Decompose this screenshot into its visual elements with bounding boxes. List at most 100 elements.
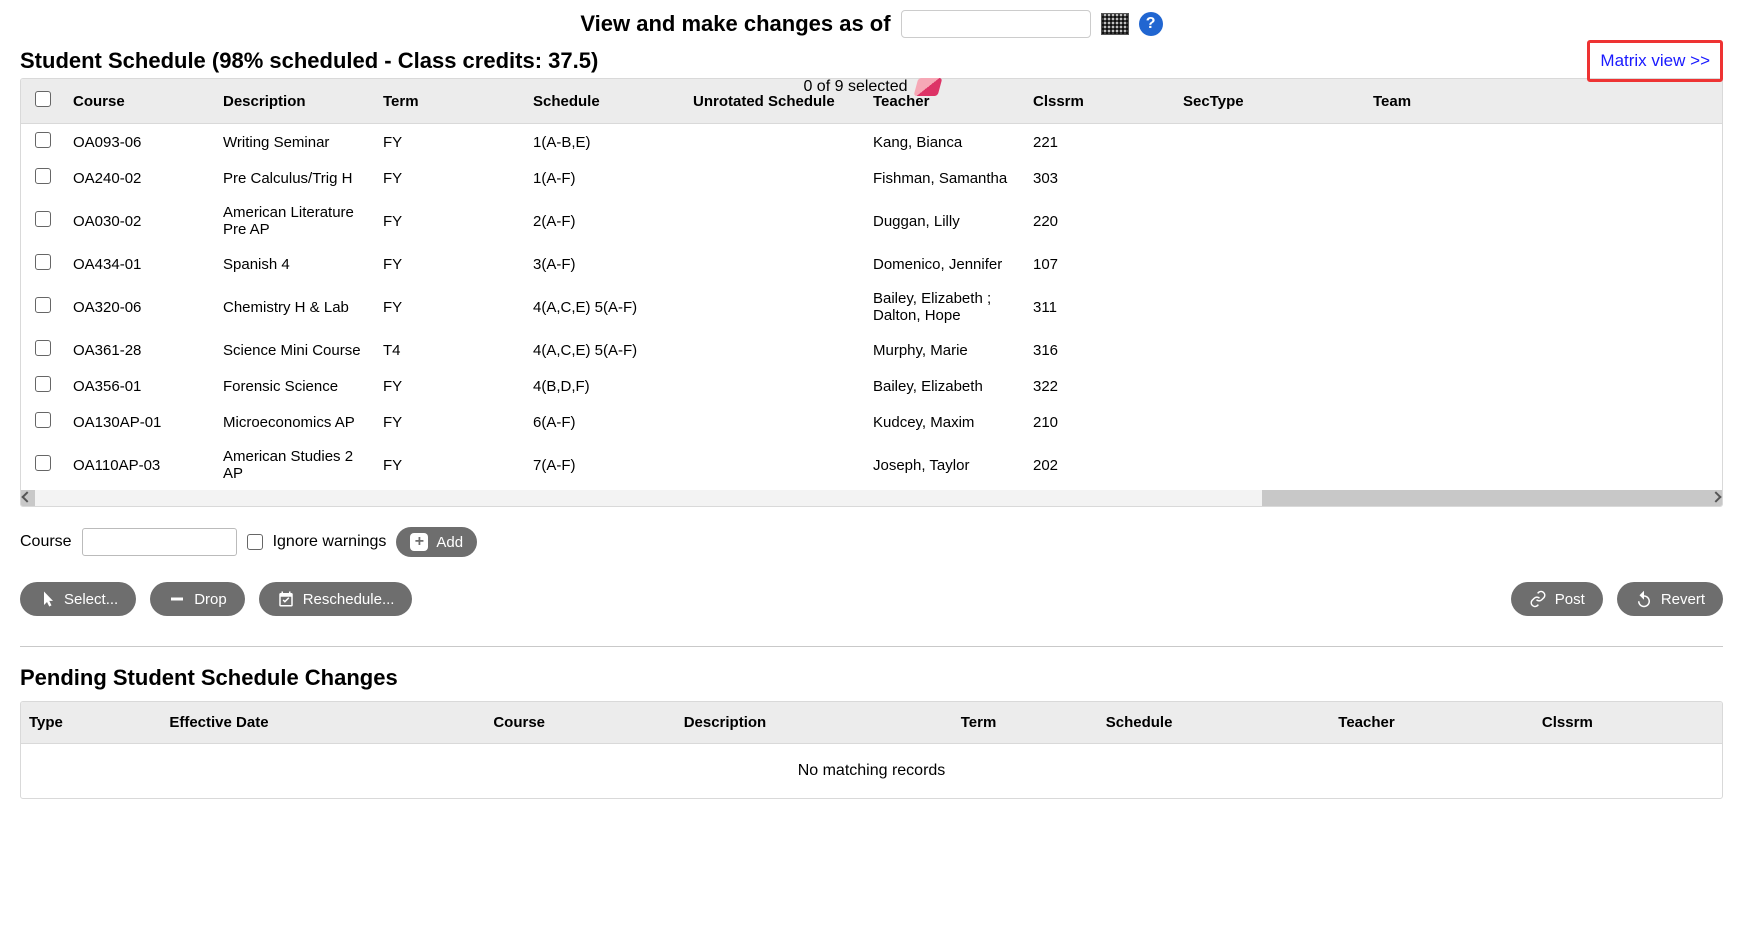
col-description[interactable]: Description: [215, 79, 375, 124]
schedule-title-bar: Student Schedule (98% scheduled - Class …: [20, 48, 1723, 74]
cell-unrotated: [685, 246, 865, 282]
col-clssrm[interactable]: Clssrm: [1025, 79, 1175, 124]
drop-button-label: Drop: [194, 591, 227, 608]
col-term[interactable]: Term: [375, 79, 525, 124]
cell-unrotated: [685, 332, 865, 368]
pcol-clssrm[interactable]: Clssrm: [1534, 702, 1722, 744]
separator: [20, 646, 1723, 647]
cursor-icon: [38, 590, 56, 608]
cell-schedule: 4(A,C,E) 5(A-F): [525, 282, 685, 332]
cell-sectype: [1175, 196, 1365, 246]
row-checkbox[interactable]: [35, 455, 51, 471]
row-checkbox[interactable]: [35, 376, 51, 392]
cell-schedule: 1(A-F): [525, 160, 685, 196]
no-records: No matching records: [21, 744, 1722, 799]
cell-clssrm: 210: [1025, 404, 1175, 440]
pcol-description[interactable]: Description: [676, 702, 953, 744]
cell-course: OA356-01: [65, 368, 215, 404]
eraser-icon[interactable]: [913, 78, 942, 96]
pcol-teacher[interactable]: Teacher: [1330, 702, 1534, 744]
row-checkbox[interactable]: [35, 211, 51, 227]
cell-clssrm: 316: [1025, 332, 1175, 368]
table-row[interactable]: OA434-01Spanish 4FY3(A-F)Domenico, Jenni…: [21, 246, 1722, 282]
table-row[interactable]: OA320-06Chemistry H & LabFY4(A,C,E) 5(A-…: [21, 282, 1722, 332]
cell-description: Science Mini Course: [215, 332, 375, 368]
selection-status: 0 of 9 selected: [803, 78, 939, 96]
cell-schedule: 7(A-F): [525, 440, 685, 490]
pending-title: Pending Student Schedule Changes: [20, 665, 1723, 691]
schedule-table: Course Description Term Schedule Unrotat…: [21, 79, 1722, 490]
cell-team: [1365, 196, 1722, 246]
cell-sectype: [1175, 246, 1365, 282]
row-checkbox[interactable]: [35, 168, 51, 184]
row-checkbox[interactable]: [35, 412, 51, 428]
row-checkbox[interactable]: [35, 340, 51, 356]
cell-teacher: Fishman, Samantha: [865, 160, 1025, 196]
header-label: View and make changes as of: [580, 11, 890, 37]
drop-button[interactable]: Drop: [150, 582, 245, 616]
row-checkbox[interactable]: [35, 297, 51, 313]
add-button-label: Add: [436, 534, 463, 551]
post-button[interactable]: Post: [1511, 582, 1603, 616]
reschedule-button[interactable]: Reschedule...: [259, 582, 413, 616]
cell-teacher: Kang, Bianca: [865, 124, 1025, 161]
table-row[interactable]: OA030-02American Literature Pre APFY2(A-…: [21, 196, 1722, 246]
cell-teacher: Duggan, Lilly: [865, 196, 1025, 246]
calendar-icon[interactable]: [1101, 13, 1129, 35]
post-button-label: Post: [1555, 591, 1585, 608]
action-button-row: Select... Drop Reschedule... Post Revert: [20, 582, 1723, 616]
cell-course: OA110AP-03: [65, 440, 215, 490]
cell-description: American Literature Pre AP: [215, 196, 375, 246]
col-sectype[interactable]: SecType: [1175, 79, 1365, 124]
select-all-checkbox[interactable]: [35, 91, 51, 107]
cell-description: Chemistry H & Lab: [215, 282, 375, 332]
course-input[interactable]: [82, 528, 237, 556]
ignore-warnings-checkbox[interactable]: [247, 534, 263, 550]
cell-course: OA320-06: [65, 282, 215, 332]
row-checkbox[interactable]: [35, 254, 51, 270]
select-button-label: Select...: [64, 591, 118, 608]
pcol-type[interactable]: Type: [21, 702, 161, 744]
select-button[interactable]: Select...: [20, 582, 136, 616]
pcol-course[interactable]: Course: [485, 702, 675, 744]
schedule-table-wrapper: Course Description Term Schedule Unrotat…: [20, 78, 1723, 507]
pending-header-row: Type Effective Date Course Description T…: [21, 702, 1722, 744]
cell-schedule: 1(A-B,E): [525, 124, 685, 161]
schedule-title: Student Schedule (98% scheduled - Class …: [20, 48, 598, 74]
table-row[interactable]: OA130AP-01Microeconomics APFY6(A-F)Kudce…: [21, 404, 1722, 440]
add-button[interactable]: + Add: [396, 527, 477, 557]
pcol-term[interactable]: Term: [953, 702, 1098, 744]
reschedule-button-label: Reschedule...: [303, 591, 395, 608]
cell-clssrm: 322: [1025, 368, 1175, 404]
row-checkbox[interactable]: [35, 132, 51, 148]
matrix-view-link[interactable]: Matrix view >>: [1587, 40, 1723, 82]
col-team[interactable]: Team: [1365, 79, 1722, 124]
ignore-warnings-label: Ignore warnings: [273, 533, 387, 551]
pcol-effdate[interactable]: Effective Date: [161, 702, 485, 744]
table-row[interactable]: OA240-02Pre Calculus/Trig HFY1(A-F)Fishm…: [21, 160, 1722, 196]
cell-term: FY: [375, 282, 525, 332]
asof-date-input[interactable]: [901, 10, 1091, 38]
cell-term: T4: [375, 332, 525, 368]
revert-button[interactable]: Revert: [1617, 582, 1723, 616]
cell-term: FY: [375, 440, 525, 490]
cell-term: FY: [375, 404, 525, 440]
col-schedule[interactable]: Schedule: [525, 79, 685, 124]
table-row[interactable]: OA110AP-03American Studies 2 APFY7(A-F)J…: [21, 440, 1722, 490]
cell-course: OA240-02: [65, 160, 215, 196]
cell-term: FY: [375, 368, 525, 404]
horizontal-scrollbar[interactable]: [21, 490, 1722, 506]
cell-teacher: Joseph, Taylor: [865, 440, 1025, 490]
col-course[interactable]: Course: [65, 79, 215, 124]
cell-clssrm: 303: [1025, 160, 1175, 196]
cell-description: Microeconomics AP: [215, 404, 375, 440]
table-row[interactable]: OA361-28Science Mini CourseT44(A,C,E) 5(…: [21, 332, 1722, 368]
table-row[interactable]: OA356-01Forensic ScienceFY4(B,D,F)Bailey…: [21, 368, 1722, 404]
pcol-schedule[interactable]: Schedule: [1098, 702, 1331, 744]
table-row[interactable]: OA093-06Writing SeminarFY1(A-B,E)Kang, B…: [21, 124, 1722, 161]
cell-description: Writing Seminar: [215, 124, 375, 161]
cell-schedule: 4(A,C,E) 5(A-F): [525, 332, 685, 368]
cell-team: [1365, 332, 1722, 368]
cell-schedule: 2(A-F): [525, 196, 685, 246]
help-icon[interactable]: ?: [1139, 12, 1163, 36]
